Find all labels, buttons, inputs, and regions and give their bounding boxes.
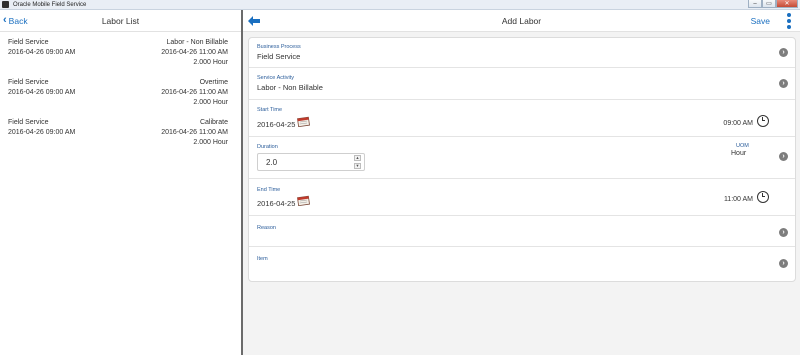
- chevron-left-icon: ‹: [3, 14, 7, 26]
- service-activity-row[interactable]: Service Activity Labor - Non Billable ›: [249, 68, 795, 100]
- chevron-right-icon[interactable]: ›: [779, 152, 788, 161]
- end-time-row: End Time 2016-04-25 11:00 AM: [249, 179, 795, 216]
- save-button[interactable]: Save: [751, 16, 770, 26]
- labor-list-pane: ‹ Back Labor List Field Service 2016-04-…: [0, 10, 241, 355]
- start-time-row: Start Time 2016-04-25 09:00 AM: [249, 100, 795, 137]
- business-process-row[interactable]: Business Process Field Service ›: [249, 38, 795, 68]
- duration-value: 2.0: [266, 158, 278, 167]
- labor-list-item[interactable]: Field Service 2016-04-26 09:00 AM Overti…: [0, 72, 241, 112]
- labor-qty: 2.000 Hour: [193, 99, 228, 106]
- start-date-value[interactable]: 2016-04-25: [257, 120, 295, 129]
- labor-activity: Overtime: [199, 79, 228, 86]
- labor-qty: 2.000 Hour: [193, 139, 228, 146]
- end-date-value[interactable]: 2016-04-25: [257, 199, 295, 208]
- add-labor-form: Business Process Field Service › Service…: [248, 37, 796, 282]
- business-process-label: Business Process: [257, 44, 301, 50]
- close-button[interactable]: ✕: [776, 0, 798, 8]
- labor-activity: Labor - Non Billable: [166, 39, 228, 46]
- labor-end: 2016-04-26 11:00 AM: [161, 129, 228, 136]
- window-title: Oracle Mobile Field Service: [13, 1, 87, 8]
- labor-start: 2016-04-26 09:00 AM: [8, 89, 76, 96]
- business-process-value: Field Service: [257, 52, 301, 61]
- service-activity-value: Labor - Non Billable: [257, 83, 323, 92]
- increment-button[interactable]: ▲: [354, 155, 361, 161]
- labor-start: 2016-04-26 09:00 AM: [8, 129, 76, 136]
- window-title-bar: Oracle Mobile Field Service – ▭ ✕: [0, 0, 800, 10]
- calendar-icon[interactable]: [297, 116, 310, 127]
- add-labor-title: Add Labor: [501, 15, 542, 26]
- duration-input[interactable]: 2.0 ▲ ▼: [257, 153, 365, 171]
- uom-label: UOM: [736, 143, 749, 149]
- minimize-button[interactable]: –: [748, 0, 762, 8]
- labor-list-item[interactable]: Field Service 2016-04-26 09:00 AM Calibr…: [0, 112, 241, 152]
- labor-end: 2016-04-26 11:00 AM: [161, 49, 228, 56]
- labor-activity: Calibrate: [199, 119, 228, 126]
- duration-row: Duration 2.0 ▲ ▼ UOM Hour ›: [249, 137, 795, 179]
- labor-list-title: Labor List: [101, 15, 140, 26]
- clock-icon[interactable]: [757, 115, 769, 127]
- end-time-value[interactable]: 11:00 AM: [724, 196, 753, 203]
- service-activity-label: Service Activity: [257, 75, 294, 81]
- more-vertical-icon[interactable]: [786, 13, 792, 29]
- start-time-value[interactable]: 09:00 AM: [723, 120, 753, 127]
- labor-qty: 2.000 Hour: [193, 59, 228, 66]
- window-controls: – ▭ ✕: [748, 0, 798, 9]
- labor-start: 2016-04-26 09:00 AM: [8, 49, 76, 56]
- chevron-right-icon[interactable]: ›: [779, 228, 788, 237]
- item-label: Item: [257, 256, 268, 262]
- uom-value: Hour: [731, 150, 747, 157]
- end-time-label: End Time: [257, 187, 281, 193]
- chevron-right-icon[interactable]: ›: [779, 48, 788, 57]
- app-icon: [2, 1, 9, 8]
- add-labor-header: Add Labor Save: [243, 10, 800, 32]
- labor-list-header: ‹ Back Labor List: [0, 10, 241, 32]
- add-labor-pane: Add Labor Save Business Process Field Se…: [243, 10, 800, 355]
- item-row[interactable]: Item ›: [249, 247, 795, 281]
- reason-label: Reason: [257, 225, 276, 231]
- labor-process: Field Service: [8, 119, 49, 126]
- back-label: Back: [8, 15, 28, 26]
- reason-row[interactable]: Reason ›: [249, 216, 795, 247]
- back-button[interactable]: ‹ Back: [3, 15, 28, 26]
- labor-list-item[interactable]: Field Service 2016-04-26 09:00 AM Labor …: [0, 32, 241, 72]
- arrow-left-icon[interactable]: [248, 16, 260, 26]
- labor-end: 2016-04-26 11:00 AM: [161, 89, 228, 96]
- duration-label: Duration: [257, 144, 278, 150]
- labor-process: Field Service: [8, 39, 49, 46]
- clock-icon[interactable]: [757, 191, 769, 203]
- maximize-button[interactable]: ▭: [762, 0, 776, 8]
- decrement-button[interactable]: ▼: [354, 163, 361, 169]
- chevron-right-icon[interactable]: ›: [779, 259, 788, 268]
- labor-process: Field Service: [8, 79, 49, 86]
- chevron-right-icon[interactable]: ›: [779, 79, 788, 88]
- start-time-label: Start Time: [257, 107, 283, 113]
- calendar-icon[interactable]: [297, 195, 310, 206]
